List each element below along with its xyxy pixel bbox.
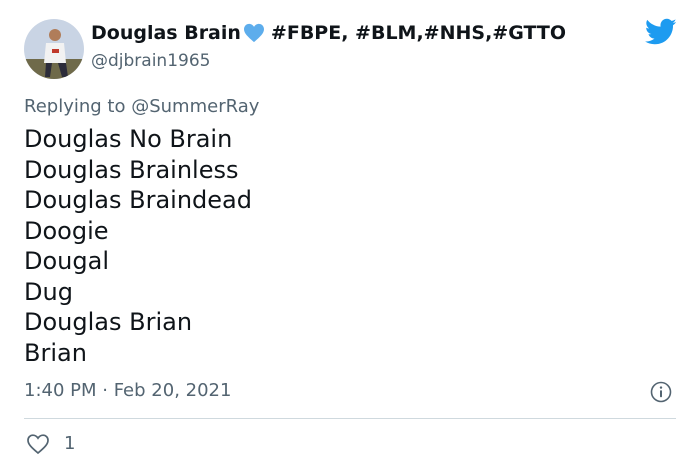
avatar[interactable]	[24, 19, 84, 79]
tweet-line: Douglas Brainless	[24, 155, 239, 184]
tweet-line: Brian	[24, 338, 87, 367]
tweet-text: Douglas No Brain Douglas Brainless Dougl…	[24, 124, 252, 368]
replying-to: Replying to @SummerRay	[24, 96, 259, 117]
tweet-line: Douglas Braindead	[24, 186, 252, 214]
name-hashtags: #FBPE, #BLM,#NHS,#GTTO	[270, 22, 566, 44]
reply-mention-link[interactable]: @SummerRay	[131, 96, 259, 117]
divider	[24, 418, 676, 419]
tweet-line: Douglas No Brain	[24, 125, 233, 153]
tweet-timestamp[interactable]: 1:40 PM · Feb 20, 2021	[24, 380, 231, 401]
author-handle[interactable]: @djbrain1965	[91, 51, 210, 71]
like-count: 1	[64, 433, 76, 454]
tweet-line: Doogie	[24, 216, 109, 245]
tweet-line: Dug	[24, 277, 73, 306]
twitter-bird-icon[interactable]	[645, 18, 677, 46]
author-name[interactable]: Douglas Brain #FBPE, #BLM,#NHS,#GTTO	[91, 22, 566, 44]
tweet-line: Douglas Brian	[24, 308, 193, 336]
display-name[interactable]: Douglas Brain	[91, 22, 241, 44]
info-icon[interactable]	[650, 381, 672, 403]
tweet-line: Dougal	[24, 247, 109, 275]
replying-to-label: Replying to	[24, 96, 126, 117]
like-heart-icon[interactable]	[26, 433, 50, 455]
profile-photo	[24, 19, 84, 79]
blue-heart-icon	[243, 23, 264, 43]
